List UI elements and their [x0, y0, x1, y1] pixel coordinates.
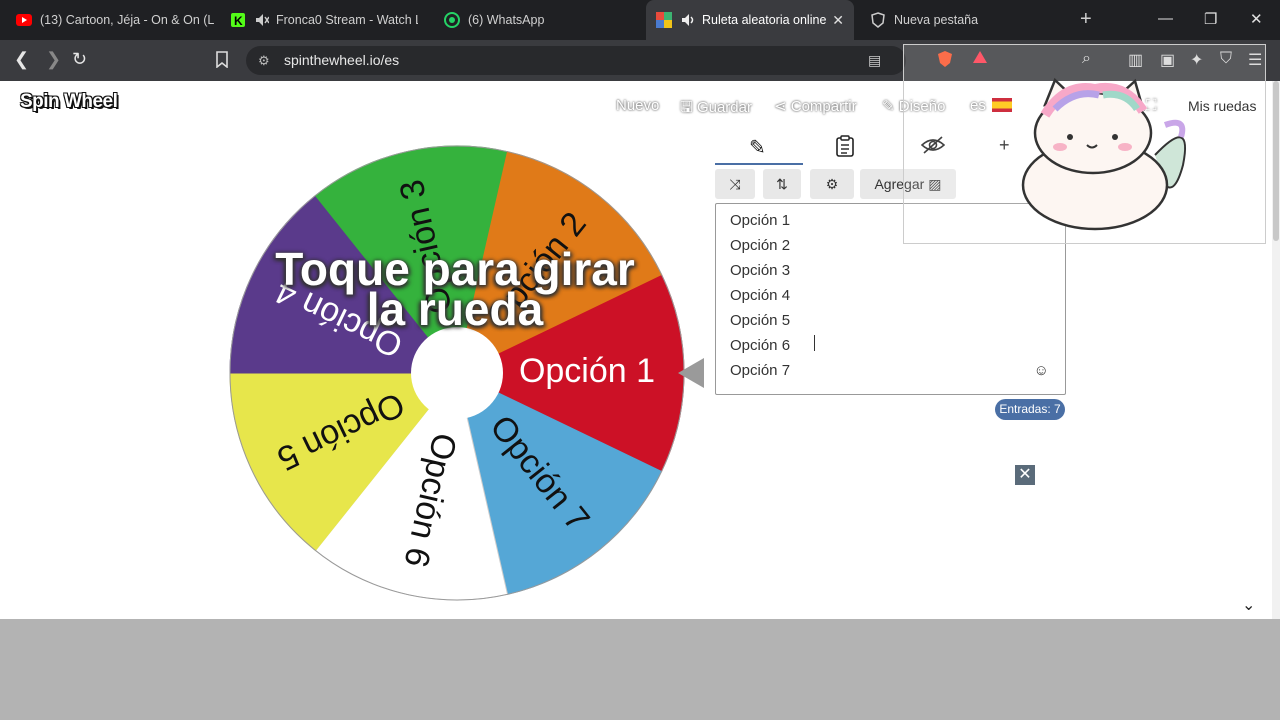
tab-whatsapp[interactable]: (6) WhatsApp: [436, 0, 636, 40]
pencil-icon[interactable]: ✎: [749, 135, 766, 160]
close-tab-icon[interactable]: ✕: [832, 12, 844, 29]
tap-text-line2: la rueda: [366, 283, 544, 335]
wheel-hub[interactable]: [411, 327, 503, 419]
tab-title: (13) Cartoon, Jéja - On & On (L: [40, 13, 215, 27]
reader-mode-icon[interactable]: ▤: [868, 46, 881, 75]
back-icon[interactable]: ❮: [14, 49, 29, 70]
tab-title: Fronca0 Stream - Watch Liv: [276, 13, 418, 27]
new-tab-button[interactable]: +: [1080, 8, 1092, 31]
reload-icon[interactable]: ↻: [72, 49, 87, 70]
clipboard-list-icon[interactable]: [835, 135, 855, 163]
browser-tab-bar: (13) Cartoon, Jéja - On & On (L K Fronca…: [0, 0, 1280, 40]
save-label: Guardar: [696, 99, 752, 116]
entries-count-badge: Entradas: 7: [995, 399, 1065, 420]
text-cursor: [814, 335, 816, 351]
site-info-icon[interactable]: ⚙: [258, 46, 270, 75]
tap-to-spin-label[interactable]: Toque para girar la rueda: [220, 246, 690, 335]
list-item: Opción 7: [730, 362, 791, 379]
chevron-down-icon[interactable]: ⌄: [1242, 595, 1255, 615]
list-item: Opción 6: [730, 337, 791, 354]
emoji-icon[interactable]: ☺: [1034, 362, 1049, 379]
list-item: Opción 5: [730, 312, 791, 329]
tab-ruleta-active[interactable]: Ruleta aleatoria online ✕: [646, 0, 854, 40]
tab-title: (6) WhatsApp: [468, 13, 545, 27]
spinthewheel-icon: [656, 12, 672, 28]
unicorn-cat-sticker-icon: [1021, 77, 1187, 231]
close-ad-button[interactable]: ✕: [1015, 465, 1035, 485]
shuffle-button[interactable]: ⤨: [715, 169, 755, 199]
whatsapp-icon: [444, 12, 460, 28]
wheel-pointer: [678, 358, 704, 388]
gear-icon: ⚙: [825, 175, 839, 192]
sort-icon: ⇅: [776, 175, 788, 192]
settings-button[interactable]: ⚙: [810, 169, 854, 199]
restore-icon[interactable]: ❐: [1204, 10, 1217, 28]
share-icon: ⋖: [774, 98, 791, 115]
list-item: Opción 3: [730, 262, 791, 279]
active-tab-indicator: [715, 163, 803, 165]
page-content: Spin Wheel Nuevo 🖫 Guardar ⋖ Compartir ✎…: [0, 44, 1280, 619]
page-scrollbar[interactable]: [1272, 81, 1280, 619]
tab-youtube[interactable]: (13) Cartoon, Jéja - On & On (L: [8, 0, 218, 40]
brave-shield-icon: [870, 12, 886, 28]
tab-title: Nueva pestaña: [894, 13, 979, 27]
url-text: spinthewheel.io/es: [284, 52, 400, 68]
share-label: Compartir: [790, 98, 857, 115]
sort-button[interactable]: ⇅: [763, 169, 801, 199]
close-window-icon[interactable]: ✕: [1250, 10, 1263, 28]
shuffle-icon: ⤨: [729, 175, 741, 192]
youtube-icon: [16, 12, 32, 28]
scrollbar-thumb[interactable]: [1273, 81, 1279, 241]
speaker-icon[interactable]: [680, 12, 696, 28]
share-link[interactable]: ⋖ Compartir: [774, 97, 857, 115]
bookmark-icon[interactable]: [215, 51, 229, 73]
muted-speaker-icon[interactable]: [254, 12, 270, 28]
forward-icon[interactable]: ❯: [46, 49, 61, 70]
tab-kick[interactable]: K Fronca0 Stream - Watch Liv: [222, 0, 418, 40]
kick-icon: K: [230, 12, 246, 28]
minimize-icon[interactable]: —: [1158, 10, 1173, 27]
svg-text:K: K: [234, 14, 243, 27]
list-item: Opción 4: [730, 287, 791, 304]
address-bar[interactable]: ⚙ spinthewheel.io/es ▤: [246, 46, 906, 75]
wheel-segment-label: Opción 1: [519, 352, 655, 390]
tab-nueva-pestana[interactable]: Nueva pestaña: [862, 0, 1062, 40]
pencil-icon: ✎: [882, 98, 899, 115]
spin-wheel[interactable]: Opción 1Opción 7Opción 6Opción 5Opción 4…: [0, 81, 700, 619]
tab-title: Ruleta aleatoria online: [702, 13, 827, 27]
